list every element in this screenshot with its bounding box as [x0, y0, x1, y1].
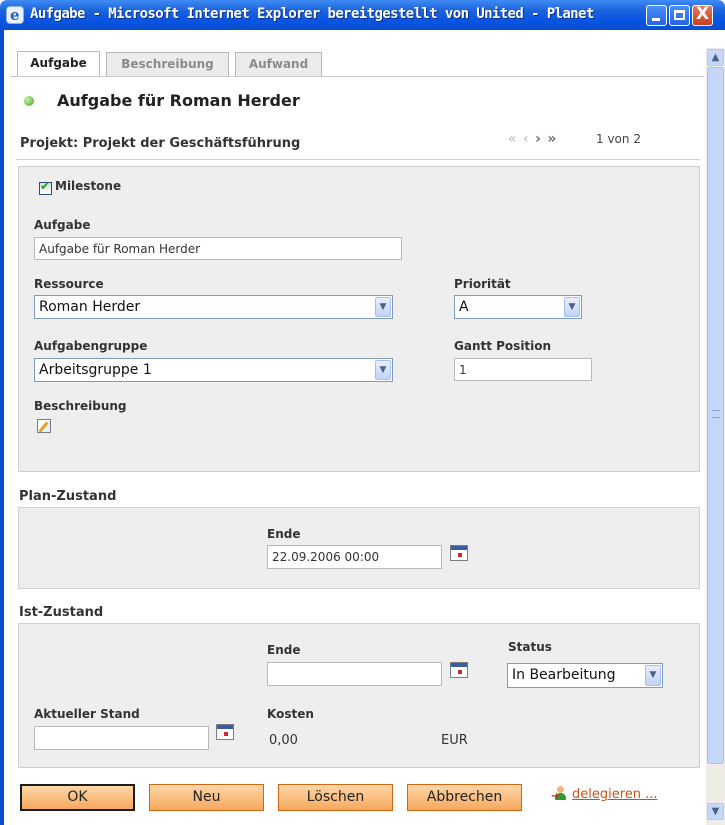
pager-text: 1 von 2 [596, 132, 641, 146]
status-ok-icon [24, 96, 34, 106]
scroll-up-button[interactable]: ▲ [707, 49, 724, 66]
plan-state-title: Plan-Zustand [19, 489, 117, 504]
milestone-checkbox[interactable]: ✔ [39, 179, 52, 195]
task-group-value: Arbeitsgruppe 1 [39, 362, 152, 378]
cost-label: Kosten [267, 707, 314, 721]
gantt-position-input[interactable]: 1 [454, 358, 592, 381]
maximize-icon [674, 10, 685, 20]
task-group-label: Aufgabengruppe [34, 339, 148, 353]
milestone-label: Milestone [55, 179, 122, 193]
tab-aufgabe[interactable]: Aufgabe [17, 51, 100, 77]
task-group-select[interactable]: Arbeitsgruppe 1 ▼ [34, 358, 393, 382]
progress-input[interactable] [34, 726, 209, 750]
minimize-button[interactable] [646, 5, 667, 26]
priority-select[interactable]: A ▼ [454, 295, 582, 319]
last-record-icon[interactable]: » [547, 131, 557, 147]
status-value: In Bearbeitung [512, 667, 616, 683]
tab-divider [10, 76, 704, 77]
minimize-icon [652, 18, 660, 21]
task-details-panel [18, 166, 700, 472]
delegate-link[interactable]: delegieren ... [572, 787, 658, 802]
divider [16, 159, 700, 160]
actual-end-input[interactable] [267, 662, 442, 686]
status-label: Status [508, 640, 552, 654]
plan-end-input[interactable]: 22.09.2006 00:00 [267, 545, 442, 569]
delete-button[interactable]: Löschen [278, 784, 393, 811]
task-input[interactable]: Aufgabe für Roman Herder [34, 237, 402, 260]
page-title: Aufgabe für Roman Herder [57, 91, 300, 110]
resource-select[interactable]: Roman Herder ▼ [34, 295, 393, 319]
next-record-icon[interactable]: › [535, 131, 542, 147]
progress-label: Aktueller Stand [34, 707, 140, 721]
window-title: Aufgabe - Microsoft Internet Explorer be… [30, 6, 594, 22]
priority-label: Priorität [454, 277, 511, 291]
actual-end-label: Ende [267, 643, 301, 657]
gantt-position-label: Gantt Position [454, 339, 552, 353]
close-button[interactable]: X [692, 4, 713, 26]
cancel-button[interactable]: Abbrechen [407, 784, 522, 811]
delegate-user-icon: ➜ [551, 786, 569, 802]
description-label: Beschreibung [34, 399, 127, 413]
scroll-grip-icon [712, 410, 720, 418]
scrollbar-thumb[interactable] [707, 67, 724, 764]
resource-value: Roman Herder [39, 299, 141, 315]
maximize-button[interactable] [669, 5, 690, 26]
task-label: Aufgabe [34, 218, 91, 232]
chevron-down-icon[interactable]: ▼ [564, 297, 580, 317]
scroll-down-button[interactable]: ▼ [707, 803, 724, 820]
chevron-down-icon[interactable]: ▼ [375, 360, 391, 380]
calendar-icon[interactable] [450, 662, 468, 678]
currency-label: EUR [441, 733, 468, 748]
calendar-icon[interactable] [450, 545, 468, 561]
checkmark-icon: ✔ [40, 179, 51, 193]
plan-end-label: Ende [267, 527, 301, 541]
new-button[interactable]: Neu [149, 784, 264, 811]
resource-label: Ressource [34, 277, 104, 291]
close-icon: X [695, 4, 710, 24]
first-record-icon[interactable]: « [508, 131, 518, 147]
tab-aufwand[interactable]: Aufwand [235, 52, 322, 76]
previous-record-icon[interactable]: ‹ [523, 131, 530, 147]
window-frame [0, 30, 4, 825]
priority-value: A [459, 299, 469, 315]
project-label: Projekt: Projekt der Geschäftsführung [20, 136, 301, 151]
cost-value: 0,00 [269, 733, 298, 748]
chevron-down-icon[interactable]: ▼ [645, 665, 661, 686]
record-navigation: « ‹ › » [508, 131, 557, 147]
edit-description-icon[interactable] [37, 419, 51, 433]
chevron-down-icon[interactable]: ▼ [375, 297, 391, 317]
ie-logo-icon: e [6, 6, 24, 24]
actual-state-title: Ist-Zustand [19, 605, 104, 620]
ok-button[interactable]: OK [20, 784, 135, 811]
tab-beschreibung[interactable]: Beschreibung [106, 52, 229, 76]
status-select[interactable]: In Bearbeitung ▼ [507, 663, 663, 688]
calendar-icon[interactable] [216, 724, 234, 740]
